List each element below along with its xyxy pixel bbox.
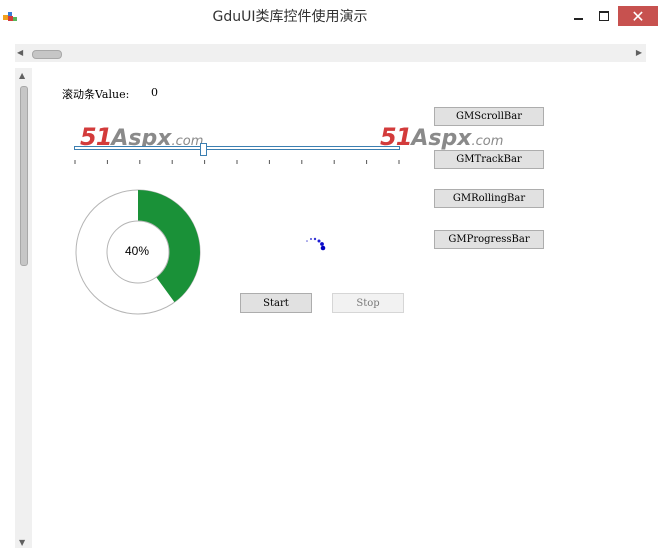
scroll-value: 0 [151, 86, 158, 99]
watermark-suffix: .com [471, 134, 504, 149]
arrow-up-icon[interactable]: ▲ [19, 71, 25, 80]
vertical-scrollbar[interactable]: ▲ ▼ [15, 68, 32, 548]
close-button[interactable]: ✕ [618, 6, 658, 26]
gm-progressbar-button[interactable]: GMProgressBar [434, 230, 544, 249]
track-bar[interactable] [74, 146, 400, 150]
horizontal-scrollbar[interactable]: ◀ ▶ [15, 44, 646, 62]
minimize-icon [573, 17, 583, 20]
scroll-value-label: 滚动条Value: [62, 88, 130, 101]
arrow-left-icon[interactable]: ◀ [17, 48, 23, 57]
progress-percent-label: 40% [124, 244, 150, 258]
vertical-scroll-thumb[interactable] [20, 86, 28, 266]
track-bar-ticks [74, 160, 400, 164]
arrow-down-icon[interactable]: ▼ [19, 538, 25, 547]
track-bar-thumb[interactable] [200, 143, 207, 156]
maximize-icon [599, 11, 609, 21]
title-bar: GduUI类库控件使用演示 ✕ [0, 0, 662, 34]
gm-scrollbar-button[interactable]: GMScrollBar [434, 107, 544, 126]
gm-trackbar-button[interactable]: GMTrackBar [434, 150, 544, 169]
loading-spinner-icon [306, 237, 326, 251]
arrow-right-icon[interactable]: ▶ [636, 48, 642, 57]
close-icon: ✕ [631, 6, 645, 26]
maximize-button[interactable] [586, 6, 622, 26]
start-button[interactable]: Start [240, 293, 312, 313]
horizontal-scroll-thumb[interactable] [32, 50, 62, 59]
window-title: GduUI类库控件使用演示 [212, 9, 368, 25]
stop-button[interactable]: Stop [332, 293, 404, 313]
gm-rollingbar-button[interactable]: GMRollingBar [434, 189, 544, 208]
watermark-brand: Aspx [411, 126, 472, 151]
